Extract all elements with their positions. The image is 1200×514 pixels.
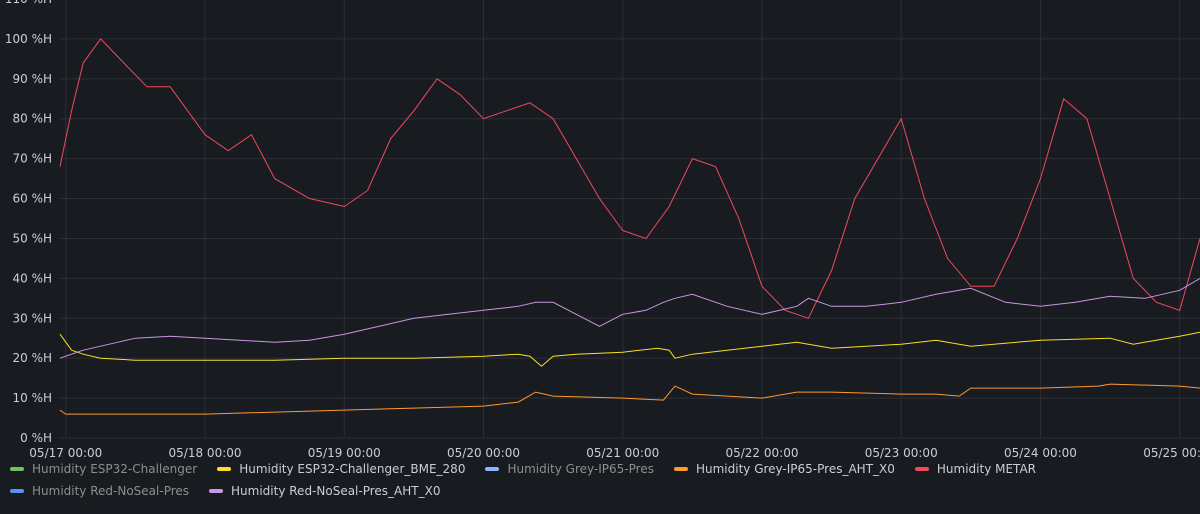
y-tick-label: 0 %H [20,431,52,445]
x-tick-label: 05/22 00:00 [725,446,798,460]
x-axis: 05/17 00:00 05/18 00:00 05/19 00:00 05/20 0… [29,446,1200,460]
legend-label: Humidity Grey-IP65-Pres [507,462,654,476]
y-tick-label: 100 %H [5,32,52,46]
legend-swatch [673,467,688,471]
y-tick-label: 30 %H [12,311,52,325]
legend-swatch [10,489,24,493]
legend-label: Humidity METAR [936,462,1036,476]
legend-label: Humidity ESP32-Challenger_BME_280 [239,462,466,476]
legend-label: Humidity Red-NoSeal-Pres [32,484,190,498]
y-axis: 0 %H 10 %H 20 %H 30 %H 40 %H 50 %H 60 %H 70 %H 8… [5,0,52,445]
chart-legend: Humidity ESP32-Challenger Humidity ESP32-… [10,462,1190,498]
x-tick-label: 05/24 00:00 [1004,446,1077,460]
x-tick-label: 05/20 00:00 [447,446,520,460]
legend-label: Humidity Red-NoSeal-Pres_AHT_X0 [231,484,441,498]
legend-item-humidity-esp32-challenger-bme-280[interactable]: Humidity ESP32-Challenger_BME_280 [217,462,465,476]
y-tick-label: 90 %H [12,72,52,86]
y-tick-label: 40 %H [12,271,52,285]
chart-grid [60,0,1200,439]
series-line-humidity-grey-ip65-pres-aht-x0 [59,383,1200,415]
legend-swatch [217,467,232,471]
x-tick-label: 05/19 00:00 [308,446,381,460]
legend-item-humidity-grey-ip65-pres-aht-x0[interactable]: Humidity Grey-IP65-Pres_AHT_X0 [673,462,895,476]
y-tick-label: 10 %H [12,391,52,405]
y-tick-label: 20 %H [12,351,52,365]
x-tick-label: 05/17 00:00 [29,446,102,460]
legend-swatch [10,467,24,471]
y-tick-label: 70 %H [12,152,52,166]
legend-swatch [209,489,224,493]
legend-label: Humidity ESP32-Challenger [32,462,198,476]
y-tick-label: 60 %H [12,192,52,206]
x-tick-label: 05/21 00:00 [586,446,659,460]
series-line-humidity-esp32-challenger-bme-280 [59,331,1200,367]
legend-item-humidity-metar[interactable]: Humidity METAR [914,462,1036,476]
legend-item-humidity-red-noseal-pres-aht-x0[interactable]: Humidity Red-NoSeal-Pres_AHT_X0 [209,484,440,498]
x-tick-label: 05/25 00:00 [1143,446,1200,460]
legend-label: Humidity Grey-IP65-Pres_AHT_X0 [695,462,895,476]
series-line-humidity-metar [59,38,1200,319]
legend-item-humidity-esp32-challenger[interactable]: Humidity ESP32-Challenger [10,462,197,476]
y-tick-label: 50 %H [12,231,52,245]
y-tick-label: 110 %H [5,0,52,6]
x-tick-label: 05/23 00:00 [865,446,938,460]
legend-item-humidity-red-noseal-pres[interactable]: Humidity Red-NoSeal-Pres [10,484,189,498]
humidity-time-series-chart: 0 %H 10 %H 20 %H 30 %H 40 %H 50 %H 60 %H 70 %H 8… [5,0,1200,460]
x-tick-label: 05/18 00:00 [169,446,242,460]
legend-swatch [914,467,929,471]
legend-item-humidity-grey-ip65-pres[interactable]: Humidity Grey-IP65-Pres [485,462,654,476]
legend-swatch [485,467,500,471]
y-tick-label: 80 %H [12,112,52,126]
